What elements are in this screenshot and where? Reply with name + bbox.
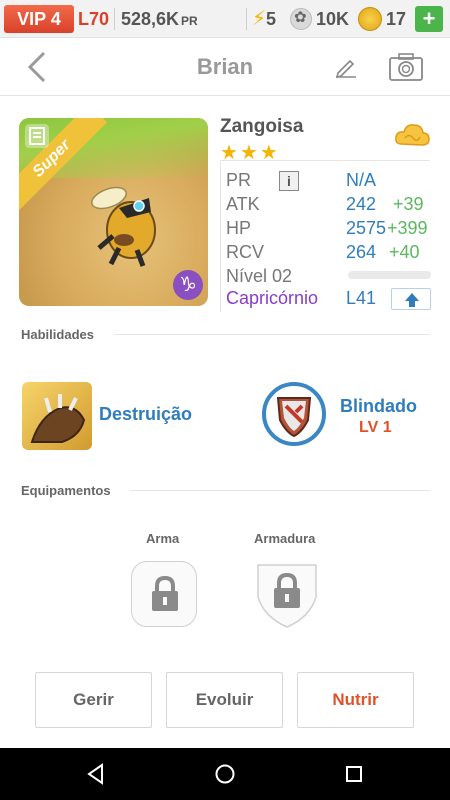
- zodiac-level: L41: [346, 288, 377, 308]
- upgrade-sign-button[interactable]: [391, 288, 431, 310]
- power-rating: 528,6K PR: [121, 5, 198, 33]
- monster-name: Zangoisa: [220, 116, 304, 137]
- energy-counter: ⚡5: [252, 5, 276, 33]
- zodiac-sign: Capricórnio: [226, 288, 319, 308]
- divider: [114, 334, 430, 335]
- notes-icon[interactable]: [25, 124, 49, 148]
- power-rating-value: 528,6K: [121, 9, 180, 29]
- nav-back-icon[interactable]: [84, 762, 108, 786]
- lightning-icon: ⚡: [252, 8, 267, 30]
- section-title-skills: Habilidades: [21, 327, 94, 342]
- info-icon[interactable]: i: [279, 171, 299, 191]
- stat-label-pr: PR: [226, 170, 252, 190]
- feed-button[interactable]: Nutrir: [297, 672, 414, 728]
- stat-bonus-atk: +39: [393, 194, 424, 214]
- passive-skill-name[interactable]: Blindado: [340, 396, 417, 417]
- passive-skill-shield-icon[interactable]: [262, 382, 326, 446]
- level-progress-bar: [348, 271, 431, 279]
- stat-value-atk: 242: [346, 194, 377, 214]
- manage-button[interactable]: Gerir: [35, 672, 152, 728]
- page-title: Brian: [196, 54, 254, 79]
- stat-value-rcv: 264: [346, 242, 377, 262]
- active-skill-name[interactable]: Destruição: [99, 404, 192, 425]
- capricorn-icon: ♑: [173, 270, 203, 300]
- coin-icon: [358, 7, 382, 31]
- arrow-up-icon: [405, 293, 419, 307]
- evolve-button[interactable]: Evoluir: [166, 672, 283, 728]
- monster-portrait[interactable]: Super ♑: [19, 118, 208, 306]
- skill-claw-icon[interactable]: [22, 382, 92, 450]
- lock-icon: [152, 575, 178, 611]
- nav-home-icon[interactable]: [213, 762, 237, 786]
- section-title-equipment: Equipamentos: [21, 483, 111, 498]
- stat-bonus-hp: +399: [387, 218, 428, 238]
- paw-count: 10K: [316, 9, 350, 29]
- weapon-slot[interactable]: [131, 561, 197, 627]
- armor-slot[interactable]: [254, 559, 320, 629]
- nav-recents-icon[interactable]: [342, 762, 366, 786]
- monster-sprite: [91, 186, 156, 267]
- power-rating-unit: PR: [181, 14, 198, 28]
- system-nav-bar: [0, 748, 450, 800]
- vip-badge[interactable]: VIP 4: [4, 5, 74, 33]
- divider: [130, 490, 430, 491]
- cloud-element-icon[interactable]: [393, 120, 431, 150]
- pencil-icon[interactable]: [334, 56, 358, 78]
- monster-level: Nível 02: [226, 266, 293, 286]
- coin-count: 17: [386, 9, 407, 29]
- stat-bonus-rcv: +40: [389, 242, 420, 262]
- camera-icon[interactable]: [388, 52, 424, 82]
- add-coins-button[interactable]: +: [415, 6, 443, 32]
- stat-value-pr: N/A: [346, 170, 377, 190]
- paw-icon: [290, 8, 312, 30]
- armor-slot-label: Armadura: [254, 531, 316, 546]
- divider: [220, 160, 430, 161]
- stat-label-atk: ATK: [226, 194, 260, 214]
- passive-skill-level: LV 1: [359, 419, 392, 436]
- weapon-slot-label: Arma: [146, 531, 180, 546]
- status-bar: VIP 4 L70 528,6KPR ⚡5 10K 17 +: [0, 0, 450, 38]
- stat-label-rcv: RCV: [226, 242, 265, 262]
- stat-label-hp: HP: [226, 218, 252, 238]
- divider: [114, 8, 115, 30]
- player-level: L70: [78, 9, 110, 29]
- divider: [246, 8, 247, 30]
- stat-value-hp: 2575: [346, 218, 387, 238]
- energy-value: 5: [266, 9, 277, 29]
- page-header: Brian: [0, 38, 450, 96]
- stats-panel: PR i N/A ATK 242 +39 HP 2575 +399 RCV 26…: [220, 162, 431, 312]
